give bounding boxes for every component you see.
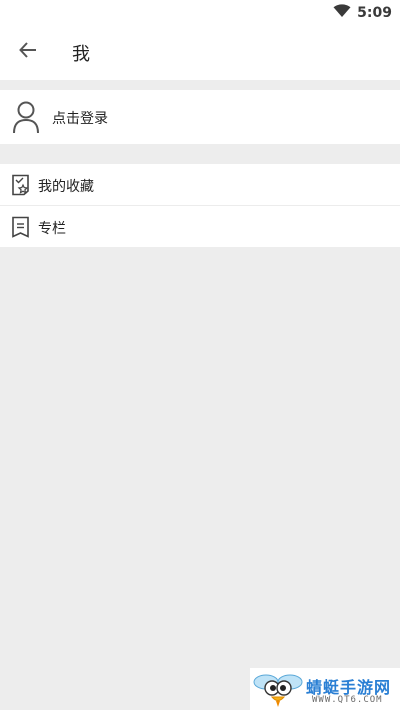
watermark-url: WWW.QT6.COM	[312, 695, 383, 705]
page-title: 我	[72, 44, 90, 65]
arrow-left-icon	[18, 40, 38, 64]
status-indicators: 5:09	[333, 3, 392, 22]
user-avatar-icon	[11, 100, 41, 134]
watermark: 蜻蜓手游网 WWW.QT6.COM	[250, 668, 400, 710]
menu-label-column: 专栏	[38, 221, 66, 237]
menu-item-favorites[interactable]: 我的收藏	[0, 164, 400, 205]
menu-item-column[interactable]: 专栏	[0, 205, 400, 247]
menu-list: 我的收藏 专栏	[0, 164, 400, 247]
wifi-icon	[333, 3, 351, 22]
dragonfly-mascot-icon	[252, 670, 304, 710]
status-bar: 5:09	[0, 0, 400, 24]
login-label: 点击登录	[52, 111, 108, 127]
favorites-star-icon	[11, 174, 30, 196]
app-bar: 我	[0, 24, 400, 80]
menu-label-favorites: 我的收藏	[38, 179, 94, 195]
login-row[interactable]: 点击登录	[0, 90, 400, 144]
back-button[interactable]	[10, 34, 46, 70]
screen: 5:09 我 点击登录 我的收藏 专栏 蜻蜓手游网 WWW.QT6.COM	[0, 0, 400, 710]
column-bookmark-icon	[11, 216, 30, 238]
status-time: 5:09	[357, 4, 392, 21]
